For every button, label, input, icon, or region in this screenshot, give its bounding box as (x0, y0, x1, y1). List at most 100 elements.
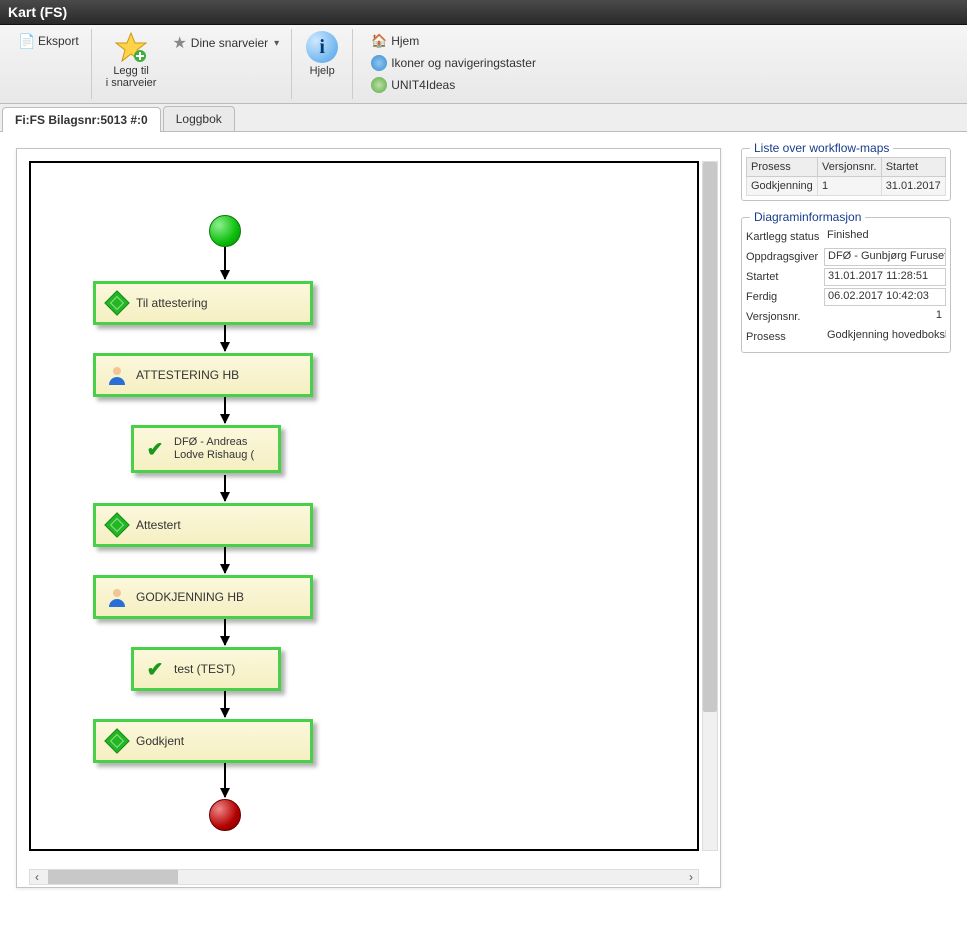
cell-startet: 31.01.2017 (881, 177, 945, 196)
flow-start-node[interactable] (209, 215, 241, 247)
link-home-label: Hjem (391, 34, 419, 48)
info-value: 1 (824, 308, 946, 326)
check-icon: ✔ (144, 658, 166, 680)
tab-log-label: Loggbok (176, 112, 222, 126)
info-value[interactable]: 06.02.2017 10:42:03 (824, 288, 946, 306)
scroll-right-icon[interactable]: › (684, 870, 698, 884)
toolbar: Eksport Legg til i snarveier ★ Dine snar… (0, 25, 967, 104)
flow-node[interactable]: Godkjent (93, 719, 313, 763)
workflow-maps-legend: Liste over workflow-maps (750, 141, 893, 155)
tab-strip: Fi:FS Bilagsnr:5013 #:0 Loggbok (0, 104, 967, 132)
diamond-icon (106, 730, 128, 752)
flow-arrow (224, 325, 226, 351)
col-startet[interactable]: Startet (881, 158, 945, 177)
info-key: Versjonsnr. (746, 311, 824, 323)
content-area: Til attestering ATTESTERING HB ✔ DFØ - A… (0, 132, 967, 904)
flow-arrow (224, 691, 226, 717)
flow-arrow (224, 247, 226, 279)
link-home[interactable]: Hjem (367, 31, 540, 51)
diamond-icon (106, 292, 128, 314)
info-row-versjon: Versjonsnr. 1 (746, 308, 946, 326)
info-key: Oppdragsgiver (746, 251, 824, 263)
info-key: Ferdig (746, 291, 824, 303)
info-value: Finished (824, 228, 946, 246)
diagram-info-legend: Diagraminformasjon (750, 210, 865, 224)
window-title: Kart (FS) (8, 4, 67, 20)
flow-arrow (224, 763, 226, 797)
workflow-maps-panel: Liste over workflow-maps Prosess Versjon… (741, 148, 951, 201)
link-icons-nav-label: Ikoner og navigeringstaster (391, 56, 536, 70)
info-value: Godkjenning hovedboksbi (824, 328, 946, 346)
add-shortcut-button[interactable]: Legg til i snarveier (100, 31, 163, 89)
toolbar-group-shortcuts: Legg til i snarveier ★ Dine snarveier ▾ (92, 29, 293, 99)
info-row-oppdragsgiver: Oppdragsgiver DFØ - Gunbjørg Furuseth (746, 248, 946, 266)
info-key: Startet (746, 271, 824, 283)
link-unit4ideas[interactable]: UNIT4Ideas (367, 75, 540, 95)
flow-arrow (224, 619, 226, 645)
tab-main-label: Fi:FS Bilagsnr:5013 #:0 (15, 113, 148, 127)
flow-node[interactable]: GODKJENNING HB (93, 575, 313, 619)
your-shortcuts-label: Dine snarveier (191, 36, 268, 50)
link-icons-nav[interactable]: Ikoner og navigeringstaster (367, 53, 540, 73)
toolbar-group-help: i Hjelp (292, 29, 353, 99)
col-prosess[interactable]: Prosess (747, 158, 818, 177)
tab-main[interactable]: Fi:FS Bilagsnr:5013 #:0 (2, 107, 161, 132)
flow-node-label: GODKJENNING HB (136, 590, 244, 604)
info-key: Kartlegg status (746, 231, 824, 243)
toolbar-group-export: Eksport (6, 29, 92, 99)
flow-node[interactable]: ✔ test (TEST) (131, 647, 281, 691)
scroll-left-icon[interactable]: ‹ (30, 870, 44, 884)
add-shortcut-label: Legg til i snarveier (106, 65, 157, 89)
flow-node-label: ATTESTERING HB (136, 368, 239, 382)
flow-end-node[interactable] (209, 799, 241, 831)
chevron-down-icon: ▾ (274, 38, 279, 49)
info-row-startet: Startet 31.01.2017 11:28:51 (746, 268, 946, 286)
export-label: Eksport (38, 34, 79, 48)
person-icon (106, 364, 128, 386)
diagram-info-panel: Diagraminformasjon Kartlegg status Finis… (741, 217, 951, 353)
flow-node[interactable]: Attestert (93, 503, 313, 547)
flow-arrow (224, 475, 226, 501)
link-unit4ideas-label: UNIT4Ideas (391, 78, 455, 92)
col-versjon[interactable]: Versjonsnr. (818, 158, 882, 177)
info-row-status: Kartlegg status Finished (746, 228, 946, 246)
flow-node[interactable]: ✔ DFØ - Andreas Lodve Rishaug ( (131, 425, 281, 473)
export-button[interactable]: Eksport (14, 31, 83, 51)
check-icon: ✔ (144, 438, 166, 460)
info-value[interactable]: 31.01.2017 11:28:51 (824, 268, 946, 286)
flow-arrow (224, 547, 226, 573)
info-row-ferdig: Ferdig 06.02.2017 10:42:03 (746, 288, 946, 306)
diagram-panel: Til attestering ATTESTERING HB ✔ DFØ - A… (16, 148, 721, 888)
person-icon (106, 586, 128, 608)
your-shortcuts-dropdown[interactable]: ★ Dine snarveier ▾ (168, 31, 283, 55)
vertical-scrollbar[interactable] (702, 161, 718, 851)
flow-node-label: DFØ - Andreas Lodve Rishaug ( (174, 436, 268, 462)
flow-node[interactable]: ATTESTERING HB (93, 353, 313, 397)
info-key: Prosess (746, 331, 824, 343)
window-titlebar: Kart (FS) (0, 0, 967, 25)
cell-versjon: 1 (818, 177, 882, 196)
star-plus-icon (115, 31, 147, 63)
table-row[interactable]: Godkjenning 1 31.01.2017 (747, 177, 946, 196)
help-button[interactable]: i Hjelp (300, 31, 344, 77)
flow-node-label: Attestert (136, 518, 181, 532)
horizontal-scrollbar[interactable]: ‹ › (29, 869, 699, 885)
help-label: Hjelp (310, 65, 335, 77)
flow-node[interactable]: Til attestering (93, 281, 313, 325)
workflow-maps-table: Prosess Versjonsnr. Startet Godkjenning … (746, 157, 946, 196)
globe-icon (371, 77, 387, 93)
star-icon: ★ (172, 33, 186, 53)
export-icon (18, 33, 34, 49)
flow-node-label: Godkjent (136, 734, 184, 748)
toolbar-group-links: Hjem Ikoner og navigeringstaster UNIT4Id… (353, 29, 554, 99)
diagram-canvas[interactable]: Til attestering ATTESTERING HB ✔ DFØ - A… (29, 161, 699, 851)
info-row-prosess: Prosess Godkjenning hovedboksbi (746, 328, 946, 346)
flow-node-label: Til attestering (136, 296, 208, 310)
cell-prosess: Godkjenning (747, 177, 818, 196)
home-icon (371, 33, 387, 49)
question-icon (371, 55, 387, 71)
info-value[interactable]: DFØ - Gunbjørg Furuseth (824, 248, 946, 266)
diamond-icon (106, 514, 128, 536)
tab-log[interactable]: Loggbok (163, 106, 235, 131)
side-panel: Liste over workflow-maps Prosess Versjon… (741, 148, 951, 353)
